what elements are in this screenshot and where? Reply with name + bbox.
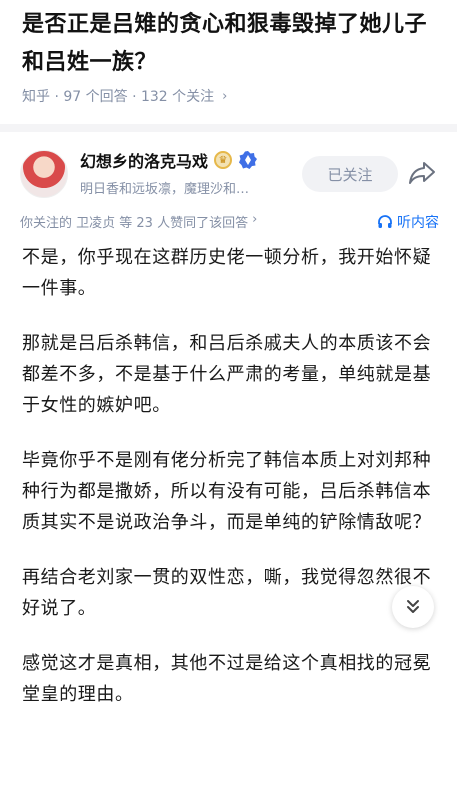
verified-badge-icon (239, 151, 258, 169)
section-divider (0, 124, 457, 132)
endorsement-text: 你关注的 卫凌贞 等 23 人赞同了该回答 (20, 216, 249, 231)
double-chevron-down-icon (407, 600, 419, 613)
listen-label: 听内容 (397, 215, 439, 231)
author-avatar[interactable] (20, 150, 68, 198)
author-name[interactable]: 幻想乡的洛克马戏 (80, 148, 208, 172)
follow-button[interactable]: 已关注 (302, 156, 398, 192)
answer-content: 不是，你乎现在这群历史佬一顿分析，我开始怀疑一件事。 那就是吕后杀韩信，和吕后杀… (22, 242, 442, 734)
chevron-right-icon: › (222, 88, 228, 104)
answer-paragraph: 感觉这才是真相，其他不过是给这个真相找的冠冕堂皇的理由。 (22, 653, 432, 705)
chevron-right-icon: › (252, 212, 258, 227)
headphones-icon (378, 215, 392, 228)
answer-paragraph: 不是，你乎现在这群历史佬一顿分析，我开始怀疑一件事。 (22, 247, 432, 299)
author-name-row[interactable]: 幻想乡的洛克马戏 ♛ (80, 148, 258, 172)
author-description: 明日香和远坂凛，魔理沙和… (80, 182, 250, 197)
question-meta[interactable]: 知乎 · 97 个回答 · 132 个关注 › (22, 86, 227, 106)
share-icon[interactable] (408, 160, 436, 186)
collapse-button[interactable] (392, 586, 434, 628)
answer-paragraph: 毕竟你乎不是刚有佬分析完了韩信本质上对刘邦种种行为都是撒娇，所以有没有可能，吕后… (22, 450, 432, 533)
endorsement-row[interactable]: 你关注的 卫凌贞 等 23 人赞同了该回答 › (20, 212, 257, 231)
crown-badge-icon: ♛ (214, 151, 233, 169)
question-title[interactable]: 是否正是吕雉的贪心和狠毒毁掉了她儿子和吕姓一族？ (22, 6, 442, 82)
answer-paragraph: 再结合老刘家一贯的双性恋，嘶，我觉得忽然很不好说了。 (22, 567, 432, 619)
question-meta-text: 知乎 · 97 个回答 · 132 个关注 (22, 89, 215, 105)
listen-button[interactable]: 听内容 (377, 212, 439, 232)
answer-paragraph: 那就是吕后杀韩信，和吕后杀戚夫人的本质该不会都差不多，不是基于什么严肃的考量，单… (22, 333, 432, 416)
